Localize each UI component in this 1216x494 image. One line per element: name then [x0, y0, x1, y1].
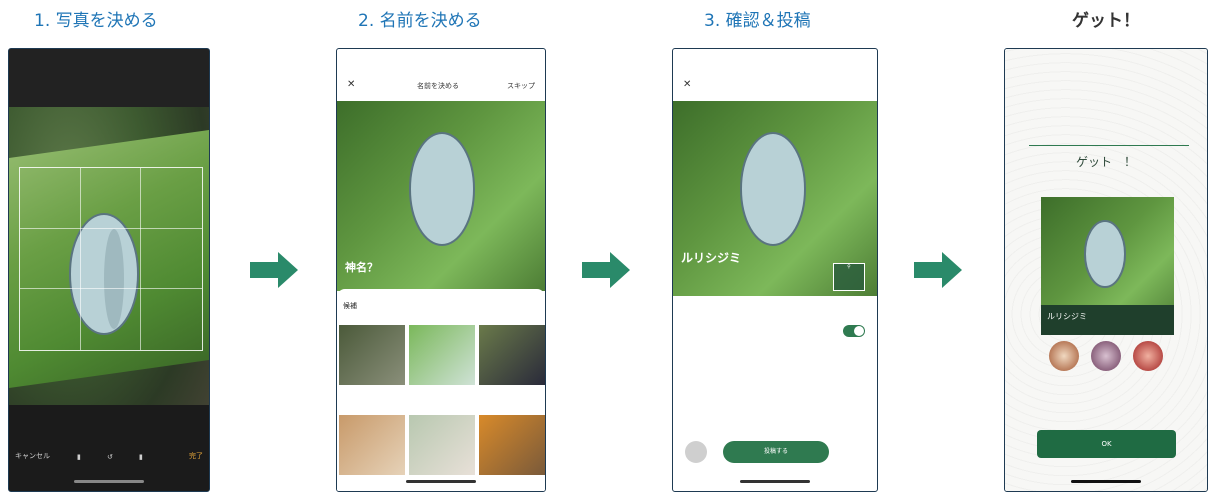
candidate-sheet: 候補: [337, 289, 545, 491]
close-icon[interactable]: ✕: [347, 79, 355, 90]
step-title-1: 1. 写真を決める: [34, 11, 158, 31]
home-indicator: [406, 480, 476, 483]
home-indicator: [1071, 480, 1141, 483]
medal-icon: [1133, 341, 1163, 371]
phone-name-step: ✕ 名前を決める スキップ 神名？ 候補: [336, 48, 546, 492]
top-bar: ✕ 名前を決める スキップ: [337, 71, 545, 101]
candidate-thumb[interactable]: [339, 325, 405, 385]
step-title-2: 2. 名前を決める: [358, 11, 482, 31]
edit-toolbar: キャンセル ▮ ↺ ▮ 完了: [9, 405, 209, 491]
aspect-icon[interactable]: ▮: [77, 453, 81, 461]
header-title: 名前を決める: [417, 82, 459, 90]
divider: [1029, 145, 1189, 146]
arrow-icon: [582, 252, 630, 288]
home-indicator: [74, 480, 144, 483]
step-title-4: ゲット！: [1072, 11, 1140, 31]
rotate-icon[interactable]: ↺: [107, 453, 113, 461]
butterfly-image: [740, 132, 806, 246]
post-button[interactable]: 投稿する: [723, 441, 829, 463]
card-name: ルリシジミ: [1047, 312, 1087, 321]
skip-button[interactable]: スキップ: [507, 81, 535, 91]
step-title-3: 3. 確認＆投稿: [704, 11, 811, 31]
candidate-thumb[interactable]: [479, 325, 545, 385]
ok-button[interactable]: OK: [1037, 430, 1176, 458]
detail-row[interactable]: [681, 347, 871, 361]
badge-icon[interactable]: ⚲: [833, 263, 865, 291]
candidate-thumb[interactable]: [409, 325, 475, 385]
home-indicator: [740, 480, 810, 483]
hero-name: ルリシジミ: [681, 251, 742, 265]
sheet-title: 候補: [343, 302, 357, 310]
toggle-row[interactable]: [681, 325, 871, 341]
detail-row[interactable]: [681, 305, 871, 319]
arrow-icon: [914, 252, 962, 288]
medal-icon: [1091, 341, 1121, 371]
done-button[interactable]: 完了: [189, 451, 203, 461]
arrow-icon: [250, 252, 298, 288]
candidate-thumb[interactable]: [479, 415, 545, 475]
hero-name: 神名？: [345, 261, 378, 274]
crop-frame[interactable]: [19, 167, 203, 351]
phone-confirm-step: ✕ ルリシジミ ⚲ 投稿する: [672, 48, 878, 492]
close-icon[interactable]: ✕: [683, 79, 691, 90]
candidate-thumb[interactable]: [339, 415, 405, 475]
butterfly-image: [1084, 220, 1126, 288]
detail-row[interactable]: [681, 367, 871, 381]
candidate-thumb[interactable]: [409, 415, 475, 475]
phone-get-step: ゲット ！ ルリシジミ OK: [1004, 48, 1208, 492]
cancel-button[interactable]: キャンセル: [15, 451, 50, 461]
medal-icon: [1049, 341, 1079, 371]
phone-photo-step: キャンセル ▮ ↺ ▮ 完了: [8, 48, 210, 492]
detail-row[interactable]: [681, 387, 871, 401]
crop-icon[interactable]: ▮: [139, 453, 143, 461]
back-button[interactable]: [685, 441, 707, 463]
get-title: ゲット ！: [1075, 155, 1136, 169]
location-toggle[interactable]: [843, 325, 865, 337]
butterfly-image: [409, 132, 475, 246]
